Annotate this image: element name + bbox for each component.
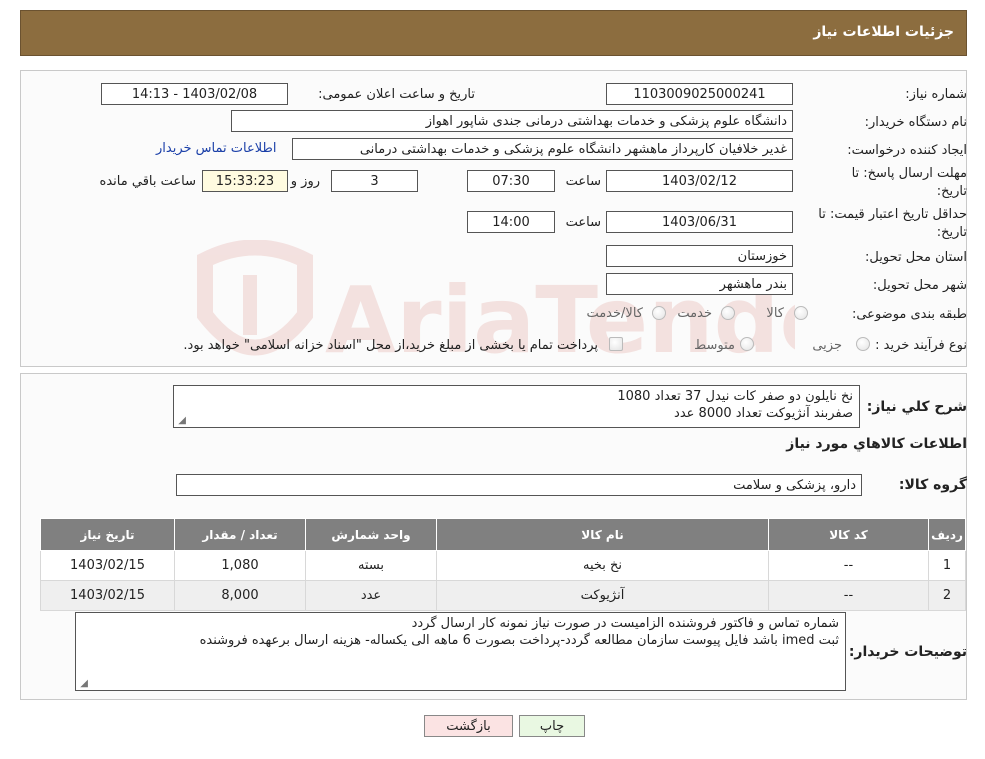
need-number-field: 1103009025000241 [606, 83, 793, 105]
remaining-label: ساعت باقي مانده [99, 174, 196, 189]
notes-textarea[interactable]: شماره تماس و فاکتور فروشنده الزامیست در … [75, 612, 846, 691]
buyer-org-field: دانشگاه علوم پزشکی و خدمات بهداشتی درمان… [231, 110, 793, 132]
process-option-minor: جزیی [812, 338, 842, 353]
cell-qty: 1,080 [174, 550, 306, 581]
cell-unit: بسته [305, 550, 437, 581]
process-label: نوع فرآیند خرید : [875, 338, 967, 353]
page-title: جزئیات اطلاعات نیاز [813, 24, 954, 40]
table-row: 1 -- نخ بخیه بسته 1,080 1403/02/15 [40, 550, 966, 581]
summary-textarea[interactable]: نخ نایلون دو صفر کات نیدل 37 تعداد 1080 … [173, 385, 860, 428]
validity-time-label: ساعت [565, 215, 601, 230]
announce-field: 1403/02/08 - 14:13 [101, 83, 288, 105]
page-header: جزئیات اطلاعات نیاز [20, 10, 967, 56]
col-unit: واحد شمارش [305, 518, 437, 551]
validity-date-field: 1403/06/31 [606, 211, 793, 233]
validity-label: حداقل تاریخ اعتبار قیمت: تا [818, 207, 967, 222]
category-option-service: خدمت [677, 306, 712, 321]
creator-field: غدیر خلافیان کارپرداز ماهشهر دانشگاه علو… [292, 138, 793, 160]
notes-line-2: ثبت imed باشد فایل پیوست سازمان مطالعه گ… [199, 633, 839, 648]
col-qty: تعداد / مقدار [174, 518, 306, 551]
deadline-label: مهلت ارسال پاسخ: تا [851, 166, 967, 181]
category-label: طبقه بندی موضوعی: [851, 307, 967, 322]
days-label: روز و [290, 174, 320, 189]
creator-label: ایجاد کننده درخواست: [847, 143, 967, 158]
city-label: شهر محل تحویل: [872, 278, 967, 293]
summary-line-1: نخ نایلون دو صفر کات نیدل 37 تعداد 1080 [617, 389, 853, 404]
cell-row: 1 [928, 550, 966, 581]
process-option-medium: متوسط [694, 338, 735, 353]
process-note: پرداخت تمام یا بخشی از مبلغ خرید،از محل … [183, 338, 598, 353]
process-checkbox-treasury[interactable] [609, 337, 623, 351]
cell-qty: 8,000 [174, 580, 306, 611]
cell-date: 1403/02/15 [40, 550, 175, 581]
category-radio-service[interactable] [721, 306, 735, 320]
validity-time-field: 14:00 [467, 211, 555, 233]
col-row: رديف [928, 518, 966, 551]
deadline-date-field: 1403/02/12 [606, 170, 793, 192]
process-radio-minor[interactable] [856, 337, 870, 351]
col-date: تاریخ نیاز [40, 518, 175, 551]
summary-label: شرح کلي نياز: [866, 399, 967, 415]
need-number-label: شماره نیاز: [905, 87, 967, 102]
goods-group-label: گروه کالا: [898, 477, 967, 493]
goods-table-header: رديف کد کالا نام کالا واحد شمارش تعداد /… [40, 518, 966, 551]
province-label: استان محل تحویل: [865, 250, 967, 265]
deadline-time-label: ساعت [565, 174, 601, 189]
resize-grip-icon[interactable]: ◢ [78, 679, 88, 689]
category-radio-goods[interactable] [794, 306, 808, 320]
notes-label: توضیحات خریدار: [848, 644, 967, 660]
table-row: 2 -- آنژیوکت عدد 8,000 1403/02/15 [40, 580, 966, 611]
cell-name: آنژیوکت [436, 580, 769, 611]
col-name: نام کالا [436, 518, 769, 551]
cell-name: نخ بخیه [436, 550, 769, 581]
city-field: بندر ماهشهر [606, 273, 793, 295]
goods-section-title: اطلاعات کالاهاي مورد نياز [786, 436, 967, 452]
cell-code: -- [768, 580, 929, 611]
cell-row: 2 [928, 580, 966, 611]
buyer-org-label: نام دستگاه خریدار: [864, 115, 967, 130]
col-code: کد کالا [768, 518, 929, 551]
deadline-label-2: تاریخ: [936, 184, 967, 199]
goods-table: رديف کد کالا نام کالا واحد شمارش تعداد /… [40, 518, 966, 611]
deadline-time-field: 07:30 [467, 170, 555, 192]
announce-label: تاریخ و ساعت اعلان عمومی: [318, 87, 475, 102]
category-radio-goods-service[interactable] [652, 306, 666, 320]
process-radio-medium[interactable] [740, 337, 754, 351]
category-option-goods-service: کالا/خدمت [586, 306, 643, 321]
buyer-contact-link[interactable]: اطلاعات تماس خریدار [156, 141, 276, 156]
cell-date: 1403/02/15 [40, 580, 175, 611]
notes-line-1: شماره تماس و فاکتور فروشنده الزامیست در … [411, 616, 839, 631]
validity-label-2: تاریخ: [936, 225, 967, 240]
cell-code: -- [768, 550, 929, 581]
province-field: خوزستان [606, 245, 793, 267]
summary-line-2: صفربند آنژیوکت تعداد 8000 عدد [674, 406, 853, 421]
resize-grip-icon[interactable]: ◢ [176, 416, 186, 426]
cell-unit: عدد [305, 580, 437, 611]
days-field: 3 [331, 170, 418, 192]
goods-group-field: دارو، پزشکی و سلامت [176, 474, 862, 496]
back-button[interactable]: بازگشت [424, 715, 513, 737]
remaining-time-field: 15:33:23 [202, 170, 288, 192]
category-option-goods: کالا [766, 306, 784, 321]
print-button[interactable]: چاپ [519, 715, 585, 737]
